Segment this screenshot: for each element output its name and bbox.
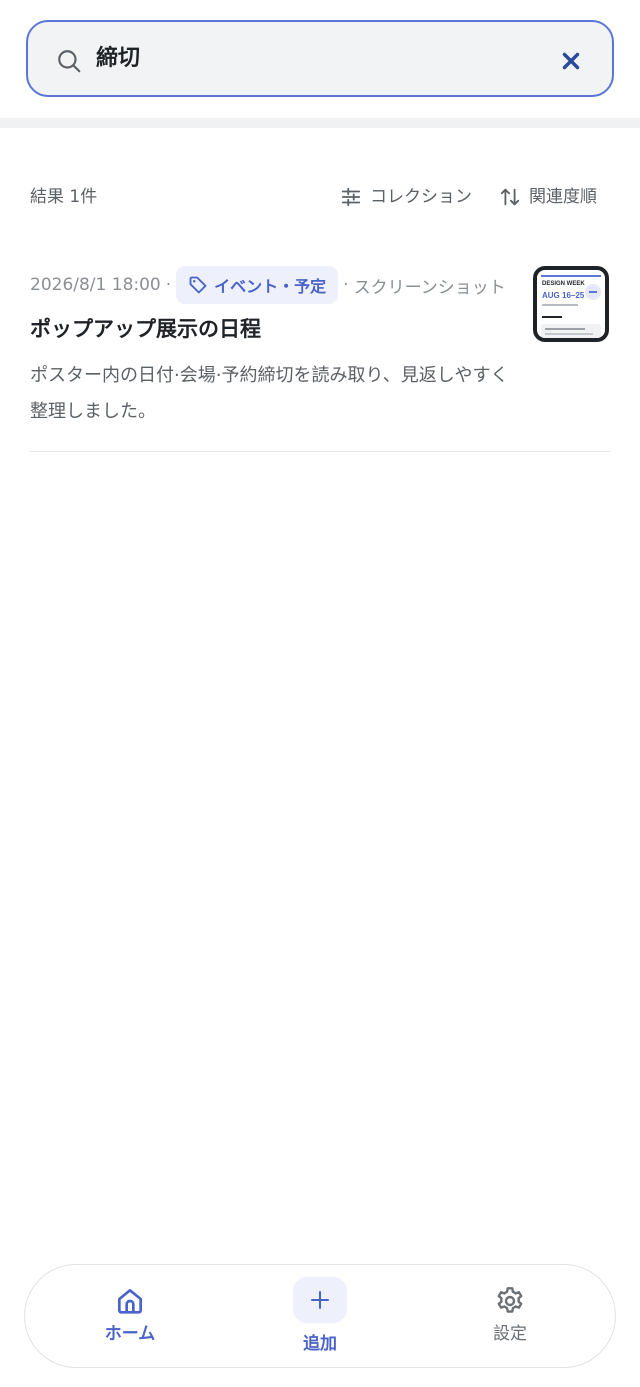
- thumbnail-section-line: [542, 316, 562, 318]
- sort-button[interactable]: 関連度順: [499, 183, 597, 211]
- sliders-icon: [341, 187, 361, 207]
- meta-separator: ·: [343, 275, 349, 295]
- thumbnail-title: DESIGN WEEK: [542, 281, 585, 287]
- nav-settings-label: 設定: [493, 1324, 527, 1344]
- results-count: 結果 1件: [30, 187, 98, 207]
- thumbnail-card-line: [545, 333, 593, 335]
- search-icon: [58, 50, 81, 73]
- list-item[interactable]: 2026/8/1 18:00 · イベント・予定 · スクリーンショット ポップ…: [30, 262, 610, 452]
- result-title: ポップアップ展示の日程: [30, 317, 261, 341]
- thumbnail-badge-icon: [585, 284, 601, 300]
- nav-add-label: 追加: [303, 1334, 337, 1354]
- tag-icon: [189, 276, 207, 294]
- section-divider: [0, 118, 640, 128]
- result-thumbnail[interactable]: DESIGN WEEK AUG 16–25: [533, 266, 609, 342]
- search-header: 締切: [0, 0, 640, 118]
- result-type: スクリーンショット: [353, 277, 506, 298]
- result-date: 2026/8/1 18:00: [30, 275, 161, 295]
- close-icon[interactable]: [558, 48, 584, 74]
- search-query[interactable]: 締切: [96, 44, 140, 74]
- collection-label: コレクション: [370, 187, 472, 207]
- bottom-navigation: ホーム 追加 設定: [24, 1264, 616, 1368]
- gear-icon: [497, 1287, 523, 1313]
- thumbnail-card-line: [545, 328, 585, 330]
- thumbnail-card: [541, 324, 601, 338]
- sort-arrows-icon: [500, 188, 520, 206]
- thumbnail-accent-bar: [541, 275, 601, 277]
- search-input[interactable]: 締切: [26, 20, 614, 97]
- thumbnail-poster: DESIGN WEEK AUG 16–25: [537, 270, 605, 338]
- nav-settings[interactable]: 設定: [465, 1265, 555, 1369]
- thumbnail-subline: [542, 304, 578, 306]
- thumbnail-date: AUG 16–25: [542, 291, 585, 300]
- add-button[interactable]: [293, 1277, 347, 1323]
- category-tag-label: イベント・予定: [214, 277, 327, 296]
- plus-icon: [311, 1291, 329, 1309]
- search-results-screen: 締切 結果 1件 コレクション 関連度順 2026/8/1 18:00 · イベ…: [0, 0, 640, 1387]
- result-description: ポスター内の日付·会場·予約締切を読み取り、見返しやすく整理しました。: [30, 365, 509, 422]
- sort-label: 関連度順: [529, 187, 597, 207]
- collection-filter-button[interactable]: コレクション: [340, 183, 472, 211]
- home-icon: [118, 1289, 142, 1314]
- nav-home[interactable]: ホーム: [85, 1265, 175, 1369]
- meta-separator: ·: [165, 275, 172, 295]
- result-meta: 2026/8/1 18:00 · イベント・予定 · スクリーンショット: [30, 266, 506, 304]
- nav-home-label: ホーム: [104, 1324, 156, 1344]
- category-tag[interactable]: イベント・予定: [176, 266, 339, 304]
- nav-add[interactable]: 追加: [275, 1265, 365, 1369]
